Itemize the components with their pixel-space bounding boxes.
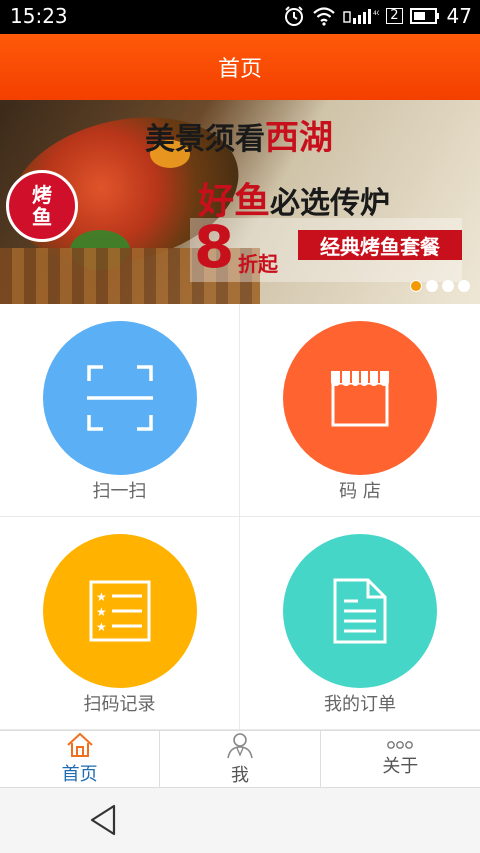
banner-promo-number: 8 (194, 213, 235, 281)
list-icon: ★ ★ ★ (89, 580, 151, 642)
grid-label-store: 码 店 (339, 481, 381, 502)
orders-circle[interactable] (283, 534, 437, 688)
banner-badge-top: 烤 (32, 183, 52, 207)
pagination-dot[interactable] (442, 280, 454, 292)
signal-icon: 4G (343, 9, 379, 24)
status-icons: 4G 2 47 (283, 4, 472, 28)
status-bar: 15:23 4G 2 47 (0, 0, 480, 34)
svg-text:★: ★ (96, 620, 107, 634)
banner-promo-unit: 折起 (238, 252, 278, 276)
grid-label-my-orders: 我的订单 (324, 694, 396, 715)
person-icon (227, 733, 253, 759)
scan-icon (87, 365, 153, 431)
banner-slogan-1b: 西湖 (265, 118, 333, 158)
more-icon (387, 741, 414, 749)
pagination-dot[interactable] (458, 280, 470, 292)
pagination-dot-active[interactable] (410, 280, 422, 292)
bottom-tab-bar: 首页 我 关于 (0, 730, 480, 788)
alarm-icon (285, 6, 304, 26)
store-icon (331, 371, 389, 427)
page-title: 首页 (217, 57, 262, 82)
system-nav-bar (0, 788, 480, 853)
document-icon (333, 578, 387, 644)
store-circle[interactable] (283, 321, 437, 475)
scan-circle[interactable] (43, 321, 197, 475)
grid-item-store[interactable]: 码 店 (240, 304, 480, 517)
back-icon[interactable] (86, 802, 122, 838)
promo-banner[interactable]: 烤 鱼 美景须看西湖 好鱼必选传炉 8 折起 经典烤鱼套餐 (0, 100, 480, 304)
home-icon (66, 732, 93, 757)
status-time: 15:23 (10, 4, 68, 28)
grid-item-scan-history[interactable]: ★ ★ ★ 扫码记录 (0, 517, 240, 730)
grid-item-scan[interactable]: 扫一扫 (0, 304, 240, 517)
banner-badge: 烤 鱼 (6, 170, 78, 242)
banner-slogan-2b: 必选传炉 (270, 186, 391, 221)
svg-text:★: ★ (96, 605, 107, 619)
wifi-icon (313, 7, 336, 26)
banner-slogan-1a: 美景须看 (145, 122, 265, 157)
history-circle[interactable]: ★ ★ ★ (43, 534, 197, 688)
sim-badge: 2 (386, 8, 403, 24)
tab-me[interactable]: 我 (160, 731, 321, 787)
pagination-dot[interactable] (426, 280, 438, 292)
tab-home[interactable]: 首页 (0, 731, 161, 787)
battery-level: 47 (446, 4, 472, 28)
tab-home-label: 首页 (61, 764, 98, 785)
title-bar: 首页 (0, 34, 480, 100)
battery-icon (409, 8, 439, 24)
banner-badge-bottom: 鱼 (32, 205, 52, 229)
grid-label-scan: 扫一扫 (92, 481, 147, 502)
banner-promo-text: 经典烤鱼套餐 (298, 230, 462, 260)
svg-text:4G: 4G (373, 10, 379, 17)
grid-item-my-orders[interactable]: 我的订单 (240, 517, 480, 730)
tab-about[interactable]: 关于 (321, 731, 480, 787)
tab-me-label: 我 (230, 765, 249, 786)
tab-about-label: 关于 (382, 756, 419, 777)
banner-pagination (410, 280, 470, 292)
feature-grid: 扫一扫 码 店 ★ ★ ★ 扫码记录 我的订单 (0, 304, 480, 730)
svg-text:★: ★ (96, 590, 107, 604)
grid-label-scan-history: 扫码记录 (83, 694, 156, 715)
banner-slogan-1: 美景须看西湖 (145, 110, 333, 159)
